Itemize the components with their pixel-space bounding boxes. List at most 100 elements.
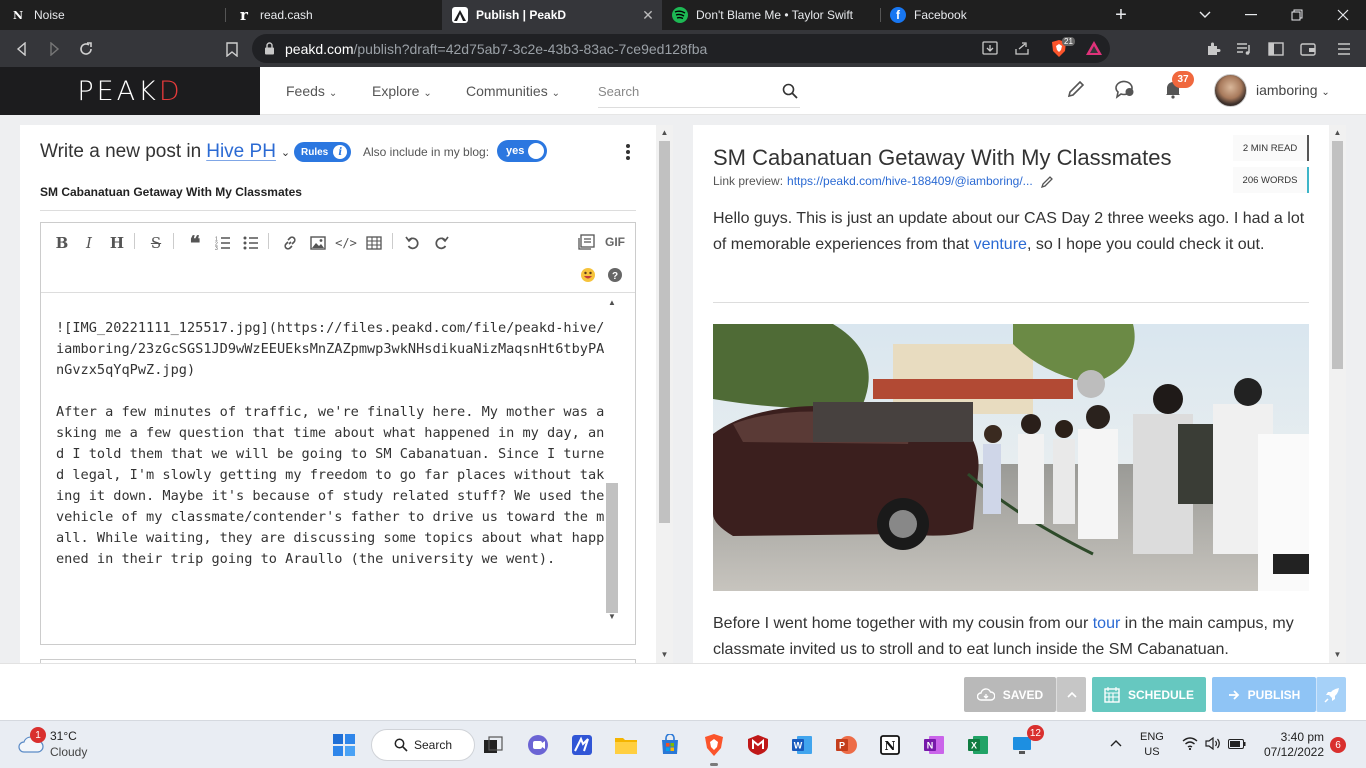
venture-link[interactable]: venture [974,236,1027,253]
pencil-icon[interactable] [1066,79,1090,103]
ordered-list-icon[interactable]: 123 [213,233,233,253]
rules-button[interactable]: Rules i [294,142,352,162]
weather-widget[interactable]: 1 31°C Cloudy [16,727,126,762]
table-icon[interactable] [364,233,384,253]
start-button[interactable] [328,729,360,761]
new-tab-button[interactable]: + [1098,0,1144,30]
tab-noise[interactable]: N Noise [0,0,225,30]
publish-button[interactable]: PUBLISH [1212,677,1316,712]
forward-button[interactable] [40,35,68,63]
wallet-icon[interactable] [1294,35,1322,63]
chat-icon[interactable] [1114,79,1138,103]
editor-app-icon[interactable] [566,729,598,761]
avatar[interactable] [1214,74,1247,107]
tab-read-cash[interactable]: r read.cash [226,0,442,30]
onenote-icon[interactable]: N [918,729,950,761]
post-body-textarea[interactable]: ![IMG_20221111_125517.jpg](https://files… [56,318,606,570]
post-title-input[interactable]: SM Cabanatuan Getaway With My Classmates [40,185,636,211]
tour-link[interactable]: tour [1093,615,1121,632]
nav-explore[interactable]: Explore ⌄ [372,83,432,99]
address-bar[interactable]: peakd.com/publish?draft=42d75ab7-3c2e-43… [252,34,1110,63]
show-hidden-icons-chevron-icon[interactable] [1110,739,1122,747]
link-preview-url[interactable]: https://peakd.com/hive-188409/@iamboring… [787,174,1033,188]
left-panel-scrollbar[interactable]: ▲ ▼ [656,125,673,663]
wifi-icon[interactable] [1182,737,1198,750]
scroll-thumb[interactable] [1332,141,1343,369]
tab-facebook[interactable]: f Facebook [880,0,1098,30]
preview-scrollbar[interactable]: ▲ ▼ [1329,125,1346,663]
chevron-down-icon[interactable]: ⌄ [281,146,290,159]
more-options-icon[interactable] [620,142,636,162]
install-app-icon[interactable] [982,41,998,56]
code-icon[interactable]: </> [335,233,357,253]
scroll-thumb[interactable] [659,141,670,523]
monitor-app-icon[interactable]: 12 [1006,725,1044,761]
clock[interactable]: 3:40 pm 07/12/2022 [1258,730,1324,760]
community-selector[interactable]: Hive PH [206,141,276,163]
brave-browser-icon[interactable] [698,729,730,766]
peakd-logo[interactable]: PEAK D [0,67,260,115]
tab-close-icon[interactable]: ✕ [640,7,656,24]
extensions-icon[interactable] [1199,35,1227,63]
share-icon[interactable] [1014,41,1030,56]
bold-icon[interactable]: B [52,233,72,253]
powerpoint-icon[interactable]: P [830,729,862,761]
taskbar-search[interactable]: Search [371,729,475,761]
restore-window-button[interactable] [1274,0,1320,30]
scroll-down-arrow-icon[interactable]: ▼ [605,609,619,623]
task-view-icon[interactable] [477,729,509,761]
italic-icon[interactable]: I [79,233,99,253]
mcafee-icon[interactable] [742,729,774,761]
scroll-thumb[interactable] [606,483,618,613]
emoji-icon[interactable] [578,265,598,285]
scroll-up-arrow-icon[interactable]: ▲ [1329,125,1346,139]
schedule-button[interactable]: SCHEDULE [1092,677,1206,712]
excel-icon[interactable]: X [962,729,994,761]
nav-feeds[interactable]: Feeds ⌄ [286,83,337,99]
back-button[interactable] [8,35,36,63]
scroll-up-arrow-icon[interactable]: ▲ [605,295,619,309]
sidebar-toggle-icon[interactable] [1262,35,1290,63]
notion-icon[interactable]: N [874,729,906,761]
tab-publish-peakd[interactable]: Publish | PeakD ✕ [442,0,662,30]
unordered-list-icon[interactable] [241,233,261,253]
quote-icon[interactable]: ❝ [185,231,205,255]
close-window-button[interactable] [1320,0,1366,30]
editor-scrollbar[interactable]: ▲ ▼ [605,293,619,645]
search-input[interactable]: Search [598,76,800,108]
reload-icon[interactable] [72,35,100,63]
redo-icon[interactable] [431,233,451,253]
tab-search-chevron-icon[interactable] [1182,0,1228,30]
rocket-icon[interactable] [1316,677,1346,712]
volume-icon[interactable] [1205,737,1221,750]
language-indicator[interactable]: ENG US [1140,730,1164,760]
heading-icon[interactable]: H [107,233,127,253]
playlist-icon[interactable] [1230,35,1258,63]
gif-button[interactable]: GIF [603,232,627,252]
include-blog-toggle[interactable]: yes [497,140,547,162]
undo-icon[interactable] [403,233,423,253]
scroll-up-arrow-icon[interactable]: ▲ [656,125,673,139]
scroll-down-arrow-icon[interactable]: ▼ [1329,647,1346,661]
help-icon[interactable]: ? [605,265,625,285]
notification-center-badge[interactable]: 6 [1330,737,1346,753]
minimize-window-button[interactable] [1228,0,1274,30]
nav-communities[interactable]: Communities ⌄ [466,83,560,99]
edit-permlink-icon[interactable] [1040,175,1054,188]
scroll-down-arrow-icon[interactable]: ▼ [656,647,673,661]
search-icon[interactable] [782,83,798,99]
tab-spotify[interactable]: Don't Blame Me • Taylor Swift [662,0,880,30]
brave-rewards-icon[interactable] [1085,40,1103,56]
saved-button[interactable]: SAVED [964,677,1056,712]
file-explorer-icon[interactable] [610,729,642,761]
battery-icon[interactable] [1228,739,1246,749]
word-icon[interactable]: W [786,729,818,761]
user-menu[interactable]: iamboring ⌄ [1256,82,1330,98]
link-icon[interactable] [280,233,300,253]
save-options-chevron-icon[interactable] [1056,677,1086,712]
store-icon[interactable] [654,729,686,761]
image-icon[interactable] [308,233,328,253]
strikethrough-icon[interactable]: S [146,233,166,253]
bookmark-icon[interactable] [218,35,246,63]
teams-chat-icon[interactable] [522,729,554,761]
